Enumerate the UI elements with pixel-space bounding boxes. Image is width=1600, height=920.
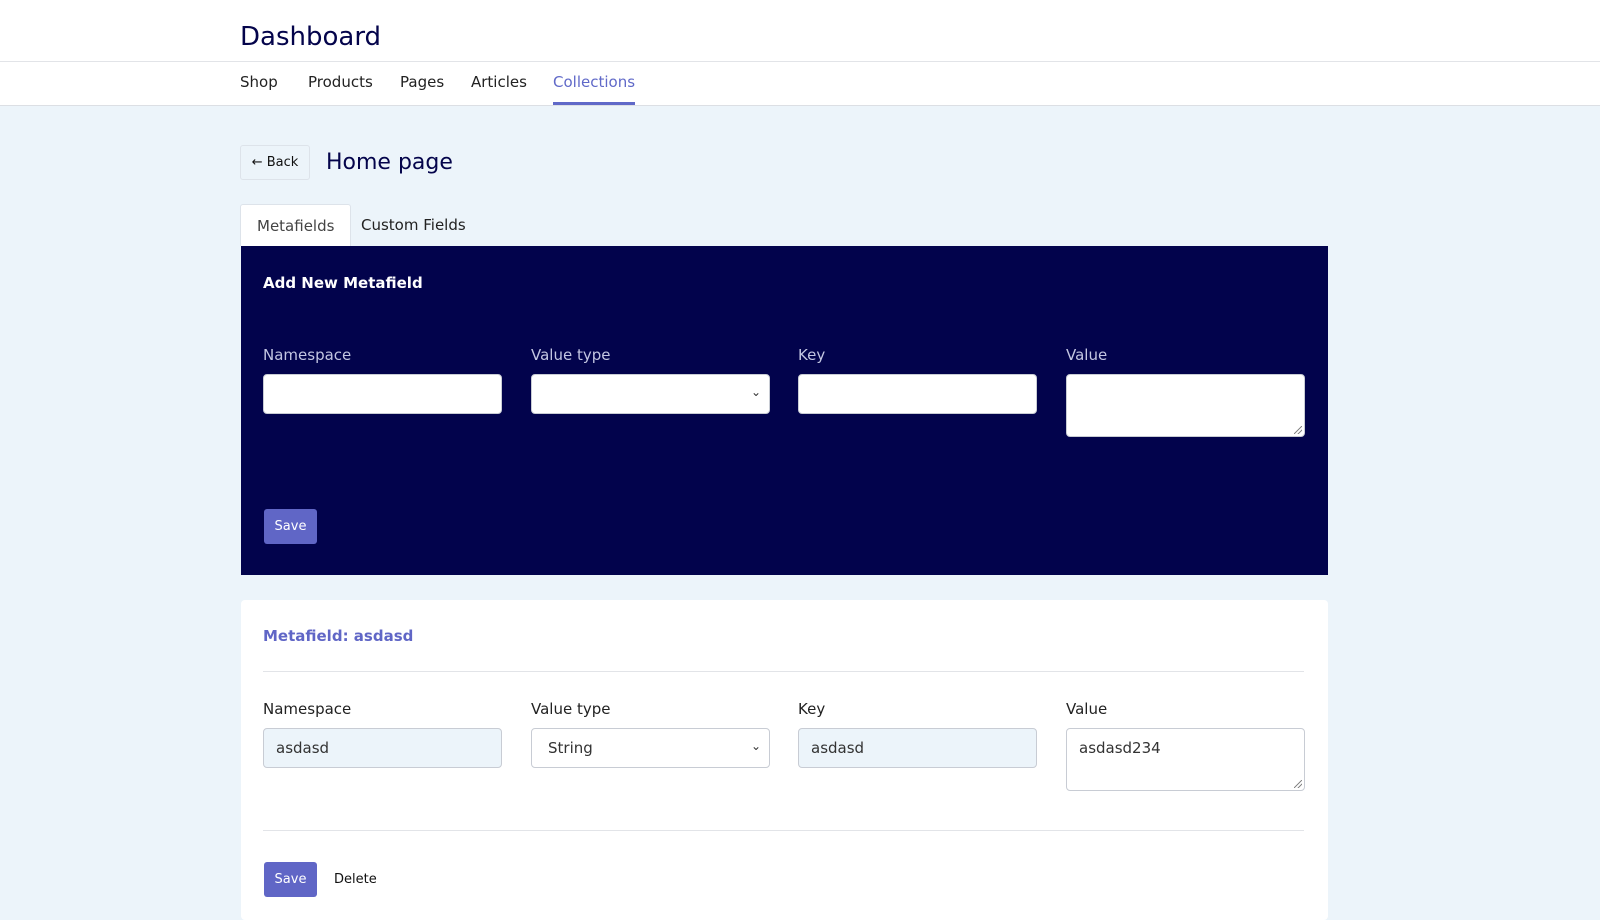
form-heading: Add New Metafield bbox=[263, 274, 423, 292]
namespace-input[interactable]: asdasd bbox=[263, 728, 502, 768]
metafield-card: Metafield: asdasd Namespace Value type K… bbox=[241, 600, 1328, 920]
value-label: Value bbox=[1066, 700, 1108, 718]
page-title: Home page bbox=[326, 150, 453, 175]
app-title: Dashboard bbox=[240, 22, 382, 52]
chevron-down-icon: ⌄ bbox=[750, 739, 761, 753]
namespace-label: Namespace bbox=[263, 700, 352, 718]
value-textarea[interactable]: asdasd234 bbox=[1066, 728, 1305, 791]
metafield-heading: Metafield: asdasd bbox=[263, 627, 414, 645]
resize-handle-icon[interactable] bbox=[1294, 426, 1302, 434]
chevron-down-icon: ⌄ bbox=[750, 385, 761, 399]
value-type-selected: String bbox=[548, 739, 593, 757]
value-textarea[interactable] bbox=[1066, 374, 1305, 437]
key-input[interactable] bbox=[798, 374, 1037, 414]
save-button[interactable]: Save bbox=[264, 862, 317, 897]
header: Dashboard bbox=[0, 0, 1600, 62]
value-type-label: Value type bbox=[531, 700, 611, 718]
nav-collections[interactable]: Collections bbox=[553, 73, 636, 105]
key-label: Key bbox=[798, 700, 826, 718]
value-type-select[interactable]: String ⌄ bbox=[531, 728, 770, 768]
resize-handle-icon[interactable] bbox=[1294, 780, 1302, 788]
divider bbox=[263, 830, 1304, 831]
delete-button[interactable]: Delete bbox=[334, 872, 377, 887]
namespace-input[interactable] bbox=[263, 374, 502, 414]
value-text: asdasd234 bbox=[1079, 739, 1161, 757]
value-type-label: Value type bbox=[531, 346, 611, 364]
save-button[interactable]: Save bbox=[264, 509, 317, 544]
tab-metafields[interactable]: Metafields bbox=[240, 204, 352, 246]
nav-products[interactable]: Products bbox=[308, 73, 373, 102]
key-input[interactable]: asdasd bbox=[798, 728, 1037, 768]
add-metafield-form: Add New Metafield Namespace Value type K… bbox=[241, 246, 1328, 575]
tab-custom-fields[interactable]: Custom Fields bbox=[345, 204, 482, 246]
namespace-label: Namespace bbox=[263, 346, 352, 364]
main-nav: Shop Products Pages Articles Collections bbox=[0, 62, 1600, 106]
nav-pages[interactable]: Pages bbox=[400, 73, 444, 102]
nav-shop[interactable]: Shop bbox=[240, 73, 278, 102]
key-label: Key bbox=[798, 346, 826, 364]
back-button[interactable]: ← Back bbox=[240, 145, 310, 180]
value-type-select[interactable]: ⌄ bbox=[531, 374, 770, 414]
nav-articles[interactable]: Articles bbox=[471, 73, 527, 102]
value-label: Value bbox=[1066, 346, 1108, 364]
divider bbox=[263, 671, 1304, 672]
